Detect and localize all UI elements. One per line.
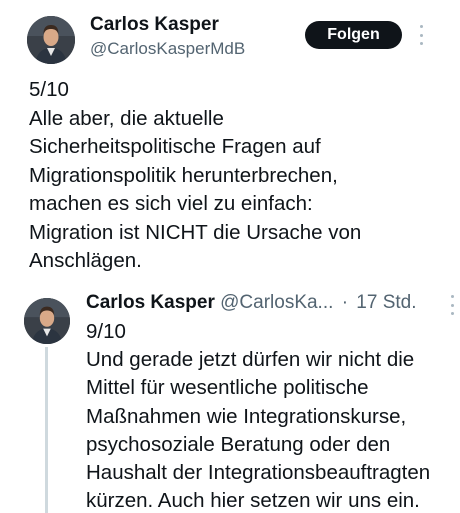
avatar-image [24, 298, 70, 344]
more-vertical-icon[interactable] [447, 292, 457, 318]
avatar-image [27, 16, 75, 64]
reply-timestamp[interactable]: 17 Std. [356, 292, 416, 313]
reply-text: 9/10 Und gerade jetzt dürfen wir nicht d… [86, 320, 431, 513]
post-text: 5/10 Alle aber, die aktuelle Sicherheits… [29, 78, 362, 272]
separator-dot: · [341, 292, 349, 313]
author-handle[interactable]: @CarlosKasperMdB [90, 39, 245, 59]
author-name[interactable]: Carlos Kasper [90, 14, 219, 36]
reply-header: Carlos Kasper @CarlosKa... · 17 Std. [86, 292, 417, 314]
follow-button[interactable]: Folgen [305, 21, 402, 49]
thread-connector-line [45, 347, 48, 513]
reply-author-name[interactable]: Carlos Kasper [86, 292, 215, 313]
author-avatar[interactable] [27, 16, 75, 64]
reply-author-handle[interactable]: @CarlosKa... [220, 292, 333, 313]
reply-author-avatar[interactable] [24, 298, 70, 344]
more-vertical-icon[interactable] [415, 22, 427, 48]
post-thread: Carlos Kasper @CarlosKasperMdB Folgen 5/… [0, 0, 460, 513]
